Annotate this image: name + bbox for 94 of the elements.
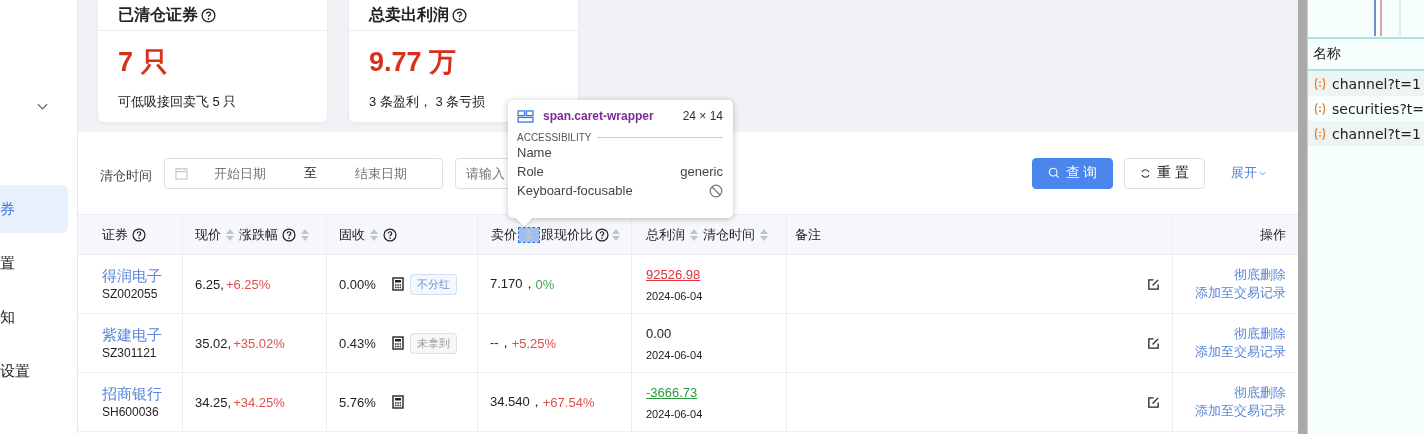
header-label: 备注 (795, 225, 821, 244)
yield-text: 0.00% (339, 276, 376, 292)
property-label: Name (517, 145, 552, 160)
stock-name-link[interactable]: 得润电子 (102, 267, 162, 286)
stock-code: SZ301121 (102, 346, 157, 360)
date-range-field[interactable]: 开始日期 至 结束日期 (164, 157, 443, 189)
price-text: 6.25, (195, 276, 224, 292)
date-text: 2024-06-04 (646, 289, 703, 302)
help-icon[interactable] (452, 7, 467, 23)
calculator-icon[interactable] (391, 336, 404, 350)
change-text: +6.25% (225, 276, 271, 292)
header-label: 操作 (1260, 225, 1286, 244)
edit-icon[interactable] (1147, 336, 1160, 350)
json-icon (1313, 101, 1327, 116)
calendar-icon (175, 166, 188, 180)
action-link[interactable]: 彻底删除 (1234, 266, 1286, 284)
element-size: 24 × 14 (682, 109, 723, 123)
price-text: 35.02, (195, 335, 232, 351)
header-label: 证券 (102, 225, 128, 244)
stat-note: 3 条盈利， 3 条亏损 (369, 93, 487, 111)
date-text: 2024-06-04 (646, 348, 703, 361)
chevron-down-icon[interactable] (37, 103, 48, 111)
profit-text: 92526.98 (646, 266, 701, 282)
help-icon[interactable] (132, 227, 146, 242)
property-label: Keyboard-focusable (517, 183, 633, 198)
sidebar-item[interactable]: 券 (0, 185, 68, 233)
action-link[interactable]: 彻底删除 (1234, 384, 1286, 402)
yield-text: 5.76% (339, 394, 376, 410)
card-title: 总卖出利润 (369, 4, 449, 25)
stat-value: 9.77 万 (369, 46, 458, 79)
stock-name-link[interactable]: 紫建电子 (102, 326, 162, 345)
action-link[interactable]: 添加至交易记录 (1195, 343, 1286, 361)
range-separator: 至 (304, 164, 317, 182)
help-icon[interactable] (201, 7, 216, 23)
header-label: 固收 (339, 225, 365, 244)
action-link[interactable]: 添加至交易记录 (1195, 402, 1286, 420)
edit-icon[interactable] (1147, 277, 1160, 291)
profit-text: 0.00 (646, 325, 672, 341)
help-icon[interactable] (282, 227, 296, 242)
stat-note: 可低吸接回卖飞 5 只 (118, 93, 238, 111)
expand-link[interactable]: 展开 (1231, 164, 1266, 182)
action-link[interactable]: 添加至交易记录 (1195, 284, 1286, 302)
json-icon (1313, 76, 1327, 91)
price-text: 34.25, (195, 394, 232, 410)
sidebar-item[interactable]: 设置 (0, 347, 68, 395)
chevron-down-icon (1259, 170, 1266, 176)
dividend-tag: 不分红 (409, 273, 457, 295)
query-button[interactable]: 查 询 (1032, 157, 1113, 189)
card-title: 已清仓证券 (118, 4, 198, 25)
sidebar-item[interactable]: 知 (0, 293, 68, 341)
profit-text: -3666.73 (646, 384, 698, 400)
sort-icon[interactable] (519, 227, 539, 242)
property-label: Role (517, 164, 544, 179)
edit-icon[interactable] (1147, 395, 1160, 409)
json-icon (1313, 126, 1327, 141)
refresh-icon (1140, 167, 1152, 179)
stat-value: 7 只 (118, 46, 169, 79)
section-heading: ACCESSIBILITY (517, 132, 592, 143)
price-diff-text: 0% (535, 276, 555, 292)
start-date-input[interactable]: 开始日期 (188, 164, 292, 182)
calculator-icon[interactable] (391, 277, 404, 291)
price-diff-text: +5.25% (511, 335, 557, 351)
element-icon (517, 109, 534, 123)
header-label: 涨跌幅 (239, 225, 278, 244)
change-text: +35.02% (233, 335, 285, 351)
search-icon (1047, 167, 1060, 179)
sell-price-text: 34.540， (490, 393, 543, 411)
header-label: 清仓时间 (703, 225, 755, 244)
calculator-icon[interactable] (391, 395, 404, 409)
header-label: 现价 (195, 225, 221, 244)
sell-price-text: 7.170， (490, 275, 536, 293)
sidebar-item[interactable]: 置 (0, 239, 68, 287)
property-value: generic (680, 164, 723, 179)
date-text: 2024-06-04 (646, 407, 703, 420)
yield-text: 0.43% (339, 335, 376, 351)
sell-price-text: --， (490, 334, 512, 352)
blocked-icon (709, 183, 723, 198)
stock-code: SH600036 (102, 405, 159, 419)
end-date-input[interactable]: 结束日期 (329, 164, 433, 182)
price-diff-text: +67.54% (542, 394, 595, 410)
header-label: 跟现价比 (541, 225, 593, 244)
dividend-tag: 未拿到 (409, 332, 457, 354)
help-icon[interactable] (383, 227, 397, 242)
request-name[interactable]: securities?t= (1332, 100, 1424, 117)
header-label: 卖价 (491, 225, 517, 244)
help-icon[interactable] (595, 227, 609, 242)
change-text: +34.25% (233, 394, 285, 410)
stock-code: SZ002055 (102, 287, 158, 301)
action-link[interactable]: 彻底删除 (1234, 325, 1286, 343)
stock-name-link[interactable]: 招商银行 (102, 385, 162, 404)
reset-button[interactable]: 重 置 (1124, 157, 1205, 189)
header-label: 总利润 (646, 225, 685, 244)
element-selector: span.caret-wrapper (543, 109, 654, 123)
filter-label: 清仓时间 (100, 167, 152, 185)
